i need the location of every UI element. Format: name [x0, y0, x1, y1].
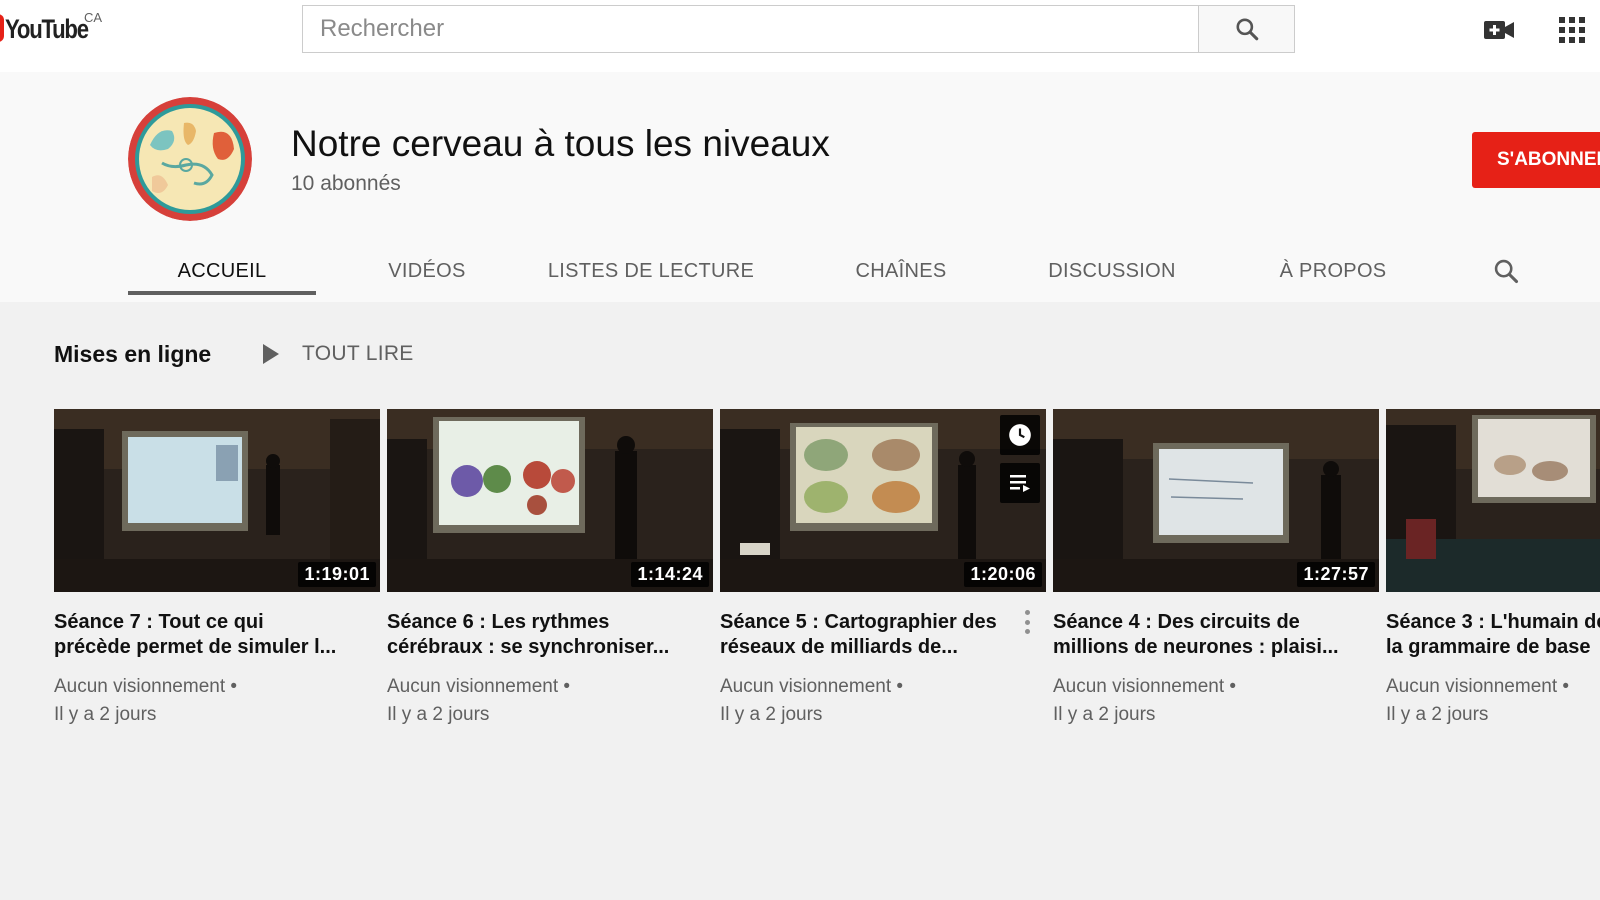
video-views: Aucun visionnement • [720, 676, 904, 697]
channel-header: Notre cerveau à tous les niveaux 10 abon… [0, 72, 1600, 302]
tab-about[interactable]: À PROPOS [1272, 240, 1394, 302]
play-all-label: TOUT LIRE [302, 342, 414, 365]
add-to-queue-icon [1010, 475, 1030, 492]
search-button[interactable] [1198, 5, 1295, 53]
video-views: Aucun visionnement • [1053, 676, 1237, 697]
more-vertical-icon [1024, 610, 1030, 615]
search-icon [1235, 18, 1258, 41]
video-duration: 1:19:01 [298, 562, 376, 587]
upload-video-button[interactable] [1483, 14, 1515, 46]
video-duration: 1:14:24 [631, 562, 709, 587]
video-card[interactable]: Séance 3 : L'humain dé la grammaire de b… [1386, 409, 1600, 729]
apps-grid-icon [1559, 17, 1585, 43]
watch-later-button[interactable] [1000, 415, 1040, 455]
add-to-queue-button[interactable] [1000, 463, 1040, 503]
clock-icon [1009, 424, 1031, 446]
play-icon [263, 344, 279, 364]
video-views: Aucun visionnement • [54, 676, 238, 697]
video-views: Aucun visionnement • [387, 676, 571, 697]
video-card[interactable]: 1:14:24 Séance 6 : Les rythmes cérébraux… [387, 409, 713, 729]
subscriber-count: 10 abonnés [291, 172, 401, 195]
video-age: Il y a 2 jours [387, 704, 490, 725]
video-title[interactable]: Séance 7 : Tout ce qui précède permet de… [54, 610, 380, 660]
video-title[interactable]: Séance 3 : L'humain dé la grammaire de b… [1386, 610, 1600, 660]
video-age: Il y a 2 jours [720, 704, 823, 725]
video-views: Aucun visionnement • [1386, 676, 1570, 697]
video-card[interactable]: 1:27:57 Séance 4 : Des circuits de milli… [1053, 409, 1379, 729]
video-thumbnail[interactable]: 1:14:24 [387, 409, 713, 592]
logo-region: CA [84, 10, 103, 25]
search-box [302, 5, 1295, 53]
youtube-logo[interactable]: YouTube CA [0, 10, 106, 46]
video-thumbnail[interactable]: 1:20:06 [720, 409, 1046, 592]
tab-playlists[interactable]: LISTES DE LECTURE [538, 240, 764, 302]
channel-search-button[interactable] [1490, 240, 1522, 302]
tab-channels[interactable]: CHAÎNES [836, 240, 966, 302]
tab-videos[interactable]: VIDÉOS [352, 240, 502, 302]
video-duration: 1:27:57 [1297, 562, 1375, 587]
video-card[interactable]: 1:20:06 Séance 5 : Cartographier des rés… [720, 409, 1046, 729]
video-title[interactable]: Séance 6 : Les rythmes cérébraux : se sy… [387, 610, 713, 660]
top-bar: YouTube CA [0, 0, 1600, 72]
video-duration: 1:20:06 [964, 562, 1042, 587]
video-title[interactable]: Séance 5 : Cartographier des réseaux de … [720, 610, 1046, 660]
subscribe-button[interactable]: S'ABONNER [1472, 132, 1600, 188]
section-title: Mises en ligne [54, 341, 212, 367]
video-age: Il y a 2 jours [1386, 704, 1489, 725]
video-age: Il y a 2 jours [1053, 704, 1156, 725]
apps-button[interactable] [1556, 14, 1588, 46]
video-card[interactable]: 1:19:01 Séance 7 : Tout ce qui précède p… [54, 409, 380, 729]
video-thumbnail[interactable]: 1:27:57 [1053, 409, 1379, 592]
search-icon [1494, 259, 1519, 284]
play-all-button[interactable]: TOUT LIRE [262, 342, 414, 366]
channel-title: Notre cerveau à tous les niveaux [291, 123, 830, 164]
logo-play-icon [0, 14, 4, 42]
search-input[interactable] [302, 5, 1198, 53]
video-thumbnail[interactable] [1386, 409, 1600, 592]
logo-text: YouTube [5, 14, 89, 44]
video-age: Il y a 2 jours [54, 704, 157, 725]
tab-discussion[interactable]: DISCUSSION [1036, 240, 1188, 302]
video-camera-plus-icon [1484, 21, 1514, 39]
channel-avatar[interactable] [128, 97, 252, 221]
active-tab-indicator [128, 291, 316, 295]
video-more-menu[interactable] [1020, 608, 1034, 636]
video-title[interactable]: Séance 4 : Des circuits de millions de n… [1053, 610, 1379, 660]
video-thumbnail[interactable]: 1:19:01 [54, 409, 380, 592]
